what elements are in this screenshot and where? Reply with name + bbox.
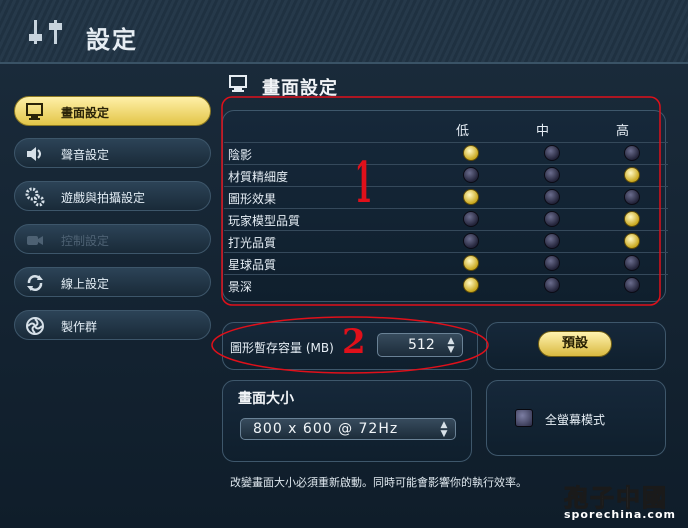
quality-row-label: 材質精細度 <box>228 170 289 184</box>
quality-radio-high[interactable] <box>624 277 640 293</box>
quality-row: 玩家模型品質 <box>224 208 668 230</box>
sidebar-item-label: 製作群 <box>61 320 98 334</box>
monitor-icon <box>26 103 43 120</box>
quality-row: 陰影 <box>224 142 668 164</box>
texture-memory-value: 512 <box>408 337 435 353</box>
up-down-arrows-icon[interactable]: ▲ ▼ <box>439 421 449 439</box>
quality-radio-medium[interactable] <box>544 189 560 205</box>
window-title: 設定 <box>86 26 138 54</box>
restart-note: 改變畫面大小必須重新啟動。同時可能會影響你的執行效率。 <box>230 476 527 489</box>
quality-radio-low[interactable] <box>463 145 479 161</box>
texture-memory-label: 圖形暫存容量 (MB) <box>230 341 334 355</box>
quality-radio-low[interactable] <box>463 277 479 293</box>
sidebar-item-game-capture[interactable]: 遊戲與拍攝設定 <box>14 181 211 211</box>
quality-radio-high[interactable] <box>624 255 640 271</box>
quality-radio-medium[interactable] <box>544 145 560 161</box>
quality-radio-low[interactable] <box>463 167 479 183</box>
screen-size-value: 800 x 600 @ 72Hz <box>253 421 399 437</box>
column-header-low: 低 <box>456 124 470 139</box>
sidebar-item-display[interactable]: 畫面設定 <box>14 96 211 126</box>
quality-row: 景深 <box>224 274 668 296</box>
texture-memory-spinner[interactable]: 512 ▲ ▼ <box>377 333 463 357</box>
quality-radio-low[interactable] <box>463 189 479 205</box>
sidebar-item-online[interactable]: 線上設定 <box>14 267 211 297</box>
sidebar-item-label: 聲音設定 <box>61 148 110 162</box>
watermark-url: sporechina.com <box>564 508 676 521</box>
quality-radio-low[interactable] <box>463 233 479 249</box>
quality-row-label: 陰影 <box>228 148 253 162</box>
quality-radio-medium[interactable] <box>544 167 560 183</box>
quality-row: 打光品質 <box>224 230 668 252</box>
swirl-icon <box>26 317 44 335</box>
quality-radio-medium[interactable] <box>544 255 560 271</box>
gears-icon <box>25 187 45 207</box>
camera-icon <box>27 236 43 245</box>
quality-radio-low[interactable] <box>463 211 479 227</box>
watermark-logo: 孢子中國 sporechina.com <box>560 478 684 524</box>
quality-row: 材質精細度 <box>224 164 668 186</box>
quality-radio-low[interactable] <box>463 255 479 271</box>
screen-size-dropdown[interactable]: 800 x 600 @ 72Hz ▲ ▼ <box>240 418 456 440</box>
quality-row-label: 星球品質 <box>228 258 277 272</box>
speaker-icon <box>27 147 41 161</box>
quality-radio-medium[interactable] <box>544 233 560 249</box>
quality-radio-high[interactable] <box>624 167 640 183</box>
sidebar-item-label: 控制設定 <box>61 234 110 248</box>
quality-row: 圖形效果 <box>224 186 668 208</box>
column-header-high: 高 <box>616 124 630 139</box>
quality-radio-high[interactable] <box>624 145 640 161</box>
quality-row: 星球品質 <box>224 252 668 274</box>
up-down-arrows-icon[interactable]: ▲ ▼ <box>446 337 456 355</box>
sidebar: 畫面設定 聲音設定 遊戲與拍攝設定 控制設定 線上設定 製作群 <box>8 68 213 518</box>
quality-radio-medium[interactable] <box>544 277 560 293</box>
page-title: 畫面設定 <box>262 78 338 99</box>
quality-radio-high[interactable] <box>624 211 640 227</box>
monitor-icon <box>229 75 247 92</box>
sidebar-item-label: 線上設定 <box>61 277 110 291</box>
fullscreen-label: 全螢幕模式 <box>545 413 606 427</box>
sidebar-item-sound[interactable]: 聲音設定 <box>14 138 211 168</box>
quality-row-label: 打光品質 <box>228 236 277 250</box>
quality-row-label: 圖形效果 <box>228 192 277 206</box>
sidebar-item-controls[interactable]: 控制設定 <box>14 224 211 254</box>
screen-size-title: 畫面大小 <box>238 391 294 407</box>
sidebar-item-label: 遊戲與拍攝設定 <box>61 191 146 205</box>
fullscreen-checkbox[interactable] <box>515 409 533 427</box>
sidebar-item-label: 畫面設定 <box>61 106 110 120</box>
default-button[interactable]: 預設 <box>538 331 612 357</box>
settings-window: 設定 畫面設定 聲音設定 遊戲與拍攝設定 控制設定 線上設定 製作群 畫面設定 … <box>0 0 688 528</box>
quality-radio-medium[interactable] <box>544 211 560 227</box>
quality-row-label: 景深 <box>228 280 253 294</box>
quality-row-label: 玩家模型品質 <box>228 214 301 228</box>
quality-radio-high[interactable] <box>624 233 640 249</box>
sliders-icon <box>29 20 62 44</box>
sidebar-item-credits[interactable]: 製作群 <box>14 310 211 340</box>
title-bar: 設定 <box>0 0 688 64</box>
column-header-medium: 中 <box>536 124 550 139</box>
quality-radio-high[interactable] <box>624 189 640 205</box>
refresh-icon <box>27 275 43 291</box>
